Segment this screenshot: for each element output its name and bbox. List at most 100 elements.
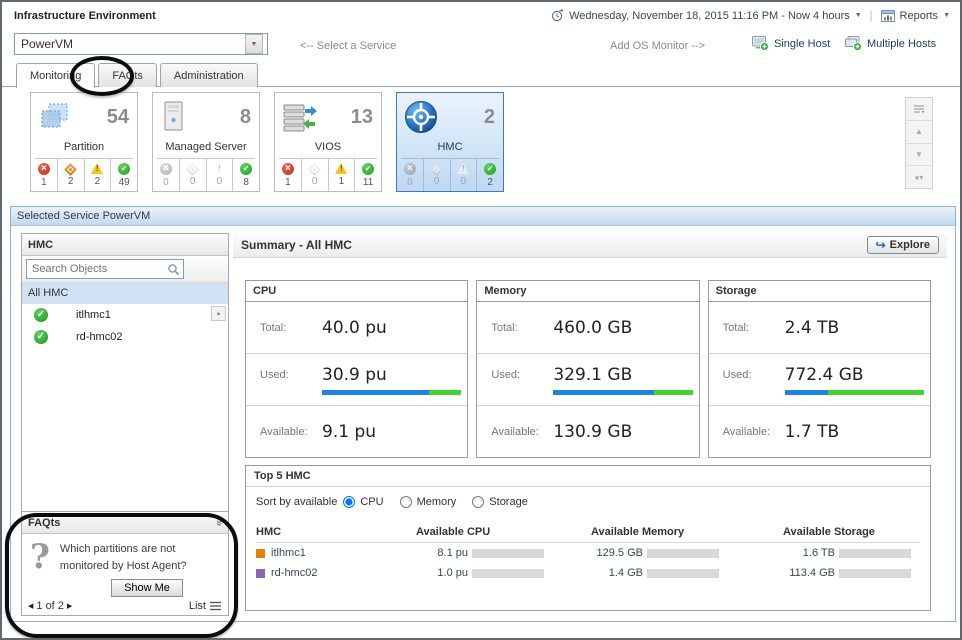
column-header-available-cpu: Available CPU <box>416 514 591 543</box>
chevron-down-icon[interactable]: ▼ <box>245 34 263 54</box>
status-fatal[interactable]: 1 <box>31 159 58 191</box>
pager-prev-icon[interactable]: ◀ <box>28 602 33 610</box>
sort-by-available-control: Sort by available CPU Memory Storage <box>246 487 930 510</box>
reports-menu[interactable]: Reports <box>900 10 939 22</box>
memory-bar <box>647 549 719 558</box>
sort-option-storage[interactable]: Storage <box>472 496 528 508</box>
cpu-bar <box>472 549 544 558</box>
hosts-add-icon <box>845 36 862 51</box>
faqts-footer: ◀ 1 of 2 ▶ List <box>22 599 228 615</box>
memory-used-fill <box>553 390 653 395</box>
tab-administration[interactable]: Administration <box>160 63 258 87</box>
cpu-total-row: Total: 40.0 pu <box>246 302 467 353</box>
search-icon[interactable] <box>167 263 180 276</box>
top5-title: Top 5 HMC <box>246 466 930 487</box>
sidebar-item-all-hmc[interactable]: All HMC <box>22 283 228 304</box>
status-fatal[interactable]: 1 <box>275 159 302 191</box>
warning-icon <box>213 163 225 174</box>
status-critical[interactable]: 0 <box>424 159 451 191</box>
cpu-usage-bar <box>322 390 461 395</box>
scroll-up-icon[interactable]: ▲ <box>211 306 226 321</box>
storage-radio[interactable] <box>472 496 484 508</box>
available-storage-cell: 113.4 GB <box>783 563 920 583</box>
sort-label: Sort by available <box>256 496 337 508</box>
time-range-label[interactable]: Wednesday, November 18, 2015 11:16 PM - … <box>569 10 850 22</box>
normal-icon <box>362 163 374 175</box>
normal-icon <box>34 308 48 322</box>
storage-available-row: Available: 1.7 TB <box>709 405 930 457</box>
memory-used-row: Used: 329.1 GB <box>477 353 698 405</box>
tile-status-row: 1 2 2 49 <box>31 159 137 191</box>
search-input[interactable] <box>30 262 167 276</box>
memory-radio[interactable] <box>400 496 412 508</box>
status-critical[interactable]: 0 <box>180 159 207 191</box>
status-warning[interactable]: 2 <box>85 159 112 191</box>
faqts-list-link[interactable]: List <box>189 600 222 612</box>
status-critical[interactable]: 2 <box>58 159 85 191</box>
tile-view-options-icon[interactable] <box>906 98 932 121</box>
status-normal[interactable]: 2 <box>477 159 503 191</box>
show-me-button[interactable]: Show Me <box>111 579 183 597</box>
normal-icon <box>240 163 252 175</box>
status-fatal[interactable]: 0 <box>153 159 180 191</box>
more-tiles-icon[interactable]: ●▾ <box>906 166 932 188</box>
add-os-monitor-hint: Add OS Monitor --> <box>610 40 705 52</box>
available-cpu-cell: 8.1 pu <box>416 543 591 563</box>
normal-icon <box>34 330 48 344</box>
scroll-up-icon[interactable]: ▲ <box>906 121 932 144</box>
chevron-down-icon[interactable]: ▼ <box>943 12 950 19</box>
summary-area: Summary - All HMC ↪ Explore CPU Total: 4… <box>233 233 947 616</box>
faqts-question-area: ? Which partitions are not monitored by … <box>22 534 228 578</box>
table-row-name[interactable]: itlhmc1 <box>256 543 416 563</box>
cpu-bar <box>472 569 544 578</box>
tab-bar: Monitoring FAQts Administration <box>16 63 258 88</box>
collapse-chevron-icon[interactable]: » <box>213 519 225 525</box>
search-objects-field[interactable] <box>26 259 184 279</box>
status-critical[interactable]: 0 <box>302 159 329 191</box>
series-color-swatch <box>256 549 265 558</box>
hmc-object-list: itlhmc1 rd-hmc02 ▲ <box>22 304 228 511</box>
summary-title: Summary - All HMC <box>241 238 352 252</box>
tile-partition[interactable]: 54 Partition 1 2 2 49 <box>30 92 138 192</box>
status-fatal[interactable]: 0 <box>397 159 424 191</box>
sort-option-cpu[interactable]: CPU <box>343 496 383 508</box>
vios-icon <box>281 101 317 133</box>
status-normal[interactable]: 8 <box>233 159 259 191</box>
memory-card: Memory Total: 460.0 GB Used: 329.1 GB <box>476 280 699 458</box>
search-toolbar <box>22 256 228 283</box>
list-item-rd-hmc02[interactable]: rd-hmc02 <box>22 326 228 348</box>
status-warning[interactable]: 0 <box>451 159 478 191</box>
available-storage-cell: 1.6 TB <box>783 543 920 563</box>
status-normal[interactable]: 49 <box>111 159 137 191</box>
faqts-panel-header[interactable]: FAQts » <box>22 512 228 534</box>
tab-faqts[interactable]: FAQts <box>98 63 157 87</box>
tile-managed-server[interactable]: 8 Managed Server 0 0 0 8 <box>152 92 260 192</box>
table-row-name[interactable]: rd-hmc02 <box>256 563 416 583</box>
status-normal[interactable]: 11 <box>355 159 381 191</box>
storage-bar <box>839 549 911 558</box>
tile-status-row: 0 0 0 8 <box>153 159 259 191</box>
scroll-down-icon[interactable]: ▼ <box>906 144 932 167</box>
available-memory-cell: 1.4 GB <box>591 563 783 583</box>
warning-icon <box>457 163 469 174</box>
chevron-down-icon[interactable]: ▼ <box>855 12 862 19</box>
status-warning[interactable]: 0 <box>207 159 234 191</box>
service-selector[interactable]: PowerVM ▼ <box>14 33 268 55</box>
single-host-button[interactable]: Single Host <box>752 36 830 51</box>
sort-option-memory[interactable]: Memory <box>400 496 457 508</box>
tab-monitoring[interactable]: Monitoring <box>16 63 95 88</box>
object-tile-row: 54 Partition 1 2 2 49 8 Managed Server 0 <box>30 92 504 192</box>
multiple-hosts-button[interactable]: Multiple Hosts <box>845 36 936 51</box>
tile-vios[interactable]: 13 VIOS 1 0 1 11 <box>274 92 382 192</box>
status-warning[interactable]: 1 <box>329 159 356 191</box>
managed-server-icon <box>159 100 189 134</box>
storage-bar <box>839 569 911 578</box>
faqts-panel: FAQts » ? Which partitions are not monit… <box>22 511 228 615</box>
tile-hmc[interactable]: 2 HMC 0 0 0 2 <box>396 92 504 192</box>
list-item-itlhmc1[interactable]: itlhmc1 <box>22 304 228 326</box>
explore-button[interactable]: ↪ Explore <box>867 236 939 254</box>
pager-next-icon[interactable]: ▶ <box>67 602 72 610</box>
fatal-icon <box>160 163 172 175</box>
cpu-radio[interactable] <box>343 496 355 508</box>
critical-icon <box>308 163 321 176</box>
